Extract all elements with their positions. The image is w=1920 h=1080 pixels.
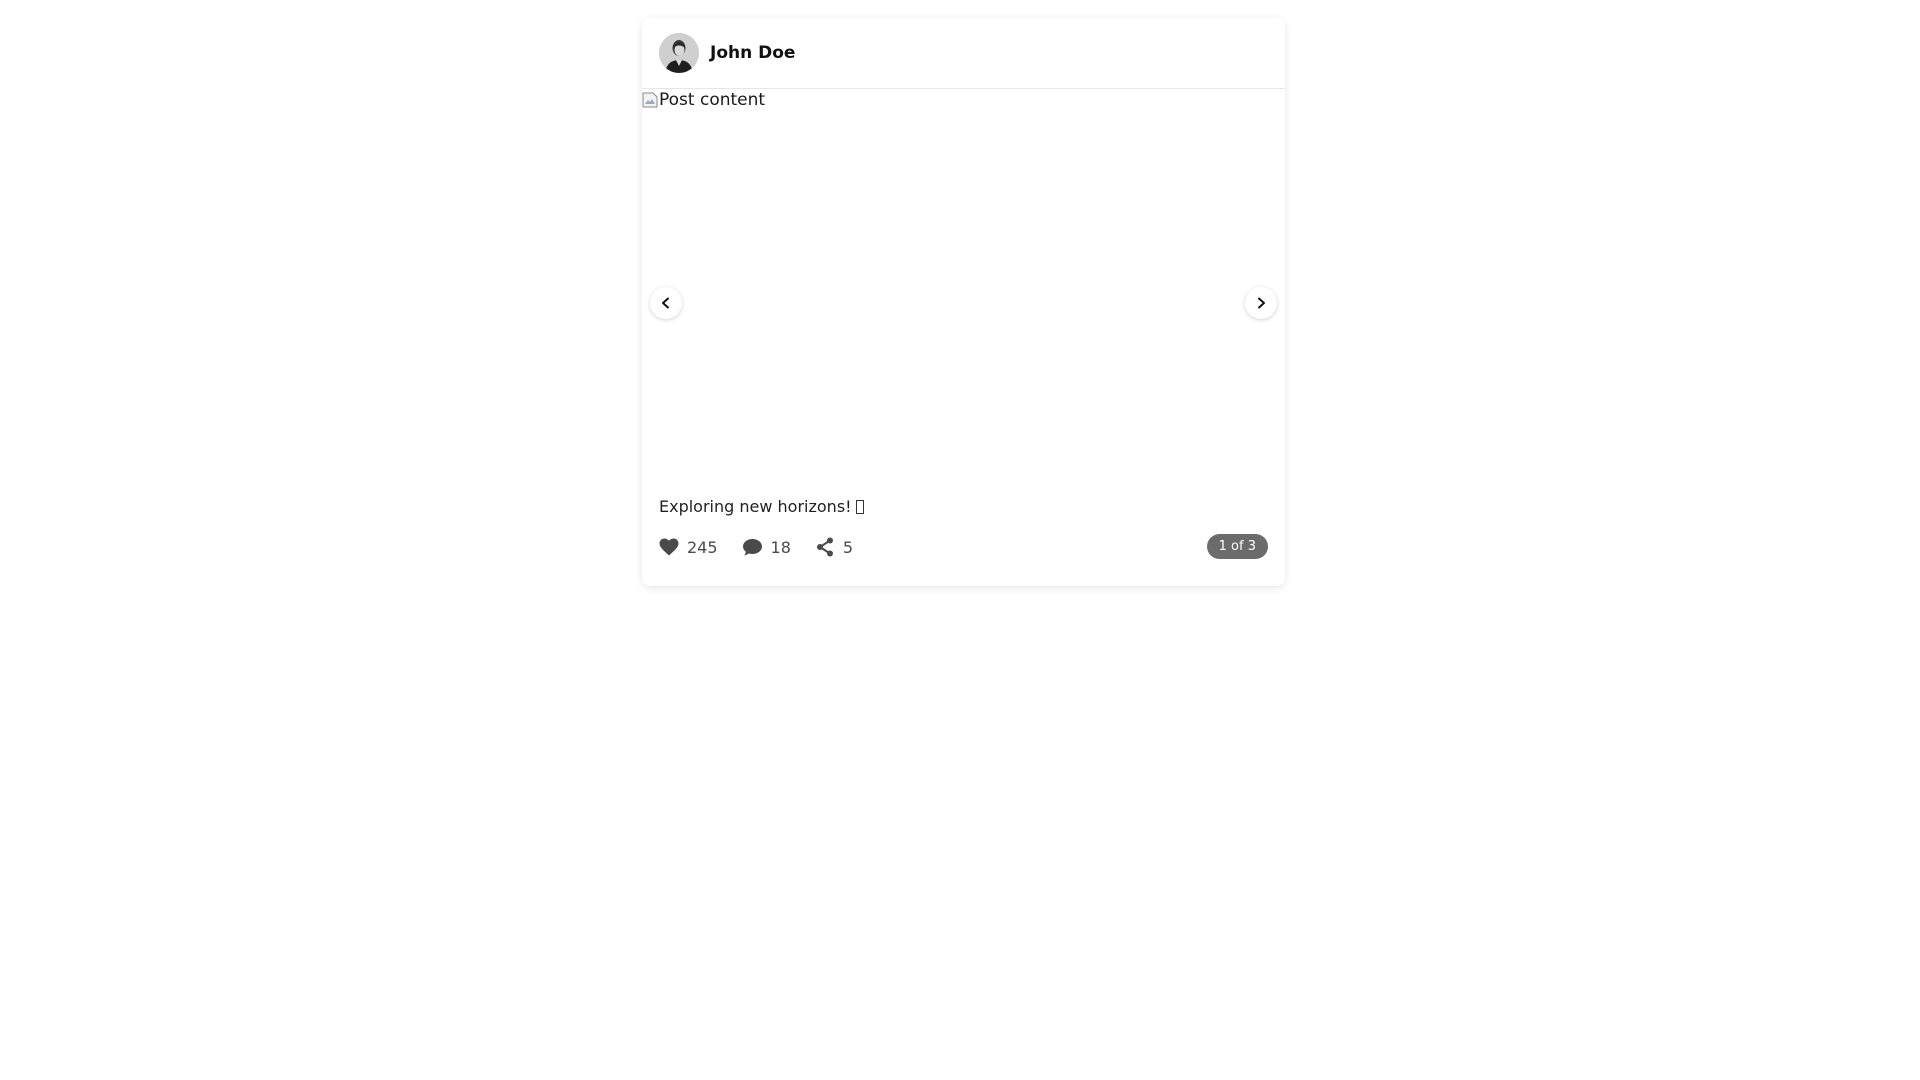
avatar-image xyxy=(659,33,699,73)
previous-slide-button[interactable] xyxy=(650,287,682,319)
broken-image-icon xyxy=(642,92,658,108)
avatar[interactable] xyxy=(659,33,699,73)
post-card: John Doe Post content Exploring new hori… xyxy=(642,18,1285,586)
share-count: 5 xyxy=(842,537,854,557)
share-button[interactable]: 5 xyxy=(815,537,853,557)
carousel-counter: 1 of 3 xyxy=(1206,534,1268,559)
chevron-left-icon xyxy=(662,297,669,309)
emoji-placeholder-icon xyxy=(855,500,864,514)
comment-count: 18 xyxy=(770,537,791,557)
caption-text: Exploring new horizons! xyxy=(659,497,852,516)
post-caption: Exploring new horizons! xyxy=(642,495,1285,519)
like-count: 245 xyxy=(687,537,718,557)
heart-icon xyxy=(659,538,679,556)
post-header: John Doe xyxy=(642,18,1285,89)
share-icon xyxy=(816,537,833,557)
post-image-alt: Post content xyxy=(659,90,766,110)
post-media: Post content xyxy=(642,89,1285,495)
comment-icon xyxy=(742,538,762,556)
like-button[interactable]: 245 xyxy=(659,538,718,557)
post-actions: 245 18 5 1 of 3 xyxy=(642,534,1285,559)
author-name[interactable]: John Doe xyxy=(710,43,795,63)
post-image: Post content xyxy=(642,89,765,110)
comment-button[interactable]: 18 xyxy=(742,538,791,557)
chevron-right-icon xyxy=(1258,297,1265,309)
next-slide-button[interactable] xyxy=(1245,287,1277,319)
